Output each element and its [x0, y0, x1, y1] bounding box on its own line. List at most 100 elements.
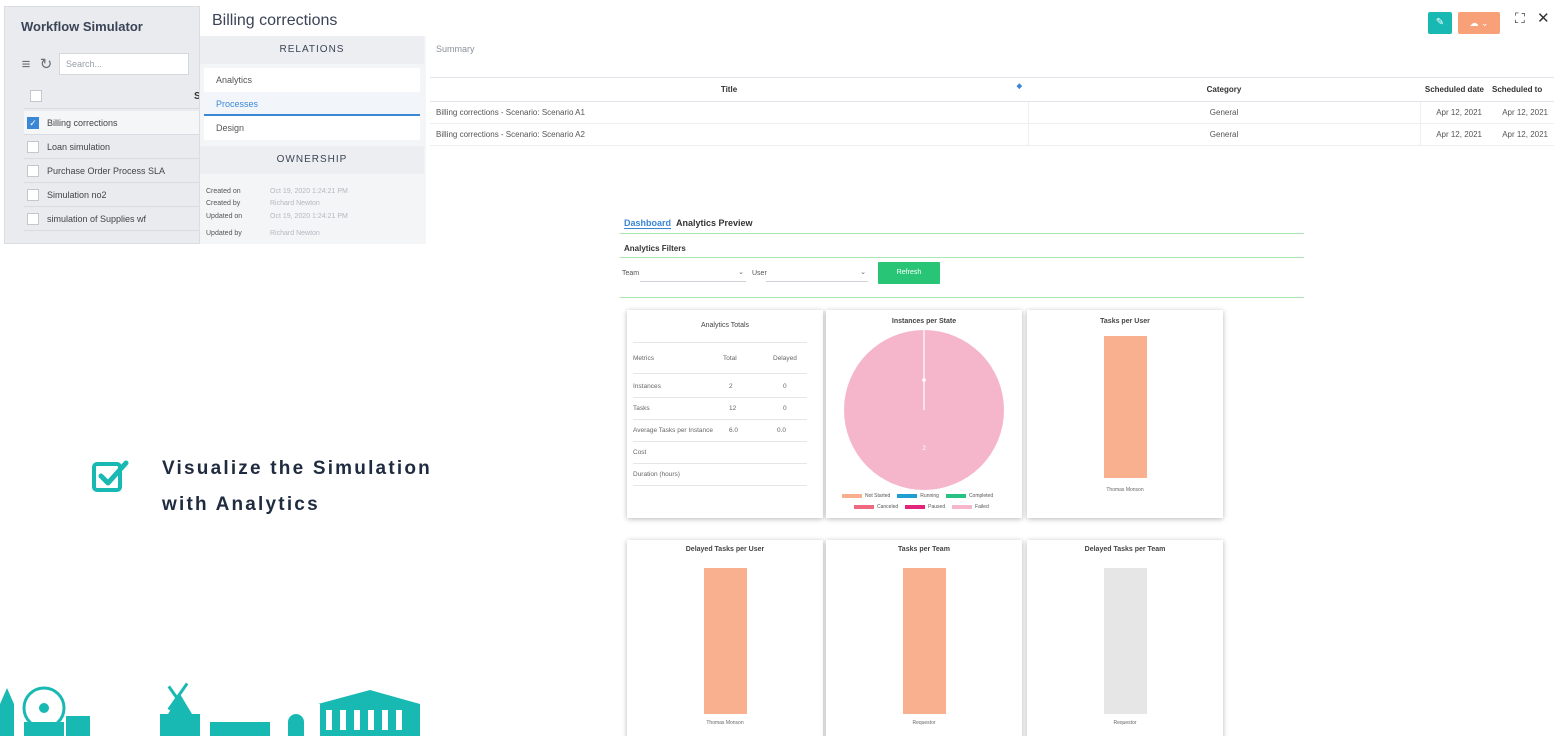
divider	[620, 297, 1304, 298]
legend-swatch	[952, 505, 973, 509]
fullscreen-icon[interactable]: ⛶	[1515, 10, 1525, 27]
instances-per-state-card: Instances per State 2 Not Started Runnin…	[826, 310, 1022, 518]
metric-name: Tasks	[633, 405, 650, 412]
chevron-down-icon: ⌄	[738, 269, 744, 276]
headline-line2: with Analytics	[162, 494, 320, 515]
table-row: Average Tasks per Instance 6.0 0.0	[633, 420, 807, 442]
ownership-value: Richard Newton	[270, 230, 320, 237]
column-header-label: Title	[720, 85, 738, 94]
legend-label: Completed	[968, 493, 994, 499]
close-icon[interactable]: ✕	[1537, 9, 1550, 27]
legend-swatch	[854, 505, 874, 509]
cell-category: General	[1028, 101, 1421, 124]
metric-total: 6.0	[729, 427, 739, 434]
item-checkbox[interactable]	[27, 188, 39, 201]
item-label: Loan simulation	[47, 141, 111, 152]
search-input[interactable]: Search...	[59, 53, 189, 75]
divider	[620, 233, 1304, 234]
legend-label: Running	[920, 493, 939, 499]
list-item[interactable]: Simulation no2	[24, 183, 199, 207]
metric-delayed: 0.0	[777, 427, 787, 434]
col-metrics: Metrics	[633, 355, 654, 362]
bar-label: Thomas Monson	[706, 720, 744, 726]
summary-label[interactable]: Summary	[436, 44, 475, 54]
workflow-list: ✓ Billing corrections Loan simulation Pu…	[24, 111, 199, 231]
menu-icon[interactable]: ≡	[19, 56, 33, 73]
list-item[interactable]: ✓ Billing corrections	[24, 111, 199, 135]
cell-title: Billing corrections - Scenario: Scenario…	[430, 101, 1029, 124]
list-item[interactable]: simulation of Supplies wf	[24, 207, 199, 231]
ownership-key: Created on	[206, 188, 241, 195]
pie-marker	[922, 378, 926, 382]
bar-label: Requestor	[1113, 720, 1137, 726]
column-header-scheduled-date[interactable]: Scheduled date	[1420, 77, 1488, 102]
cell-scheduled-to: Apr 12, 2021	[1488, 101, 1554, 124]
ownership-row: Updated by Richard Newton	[206, 230, 320, 237]
legend-label: Paused	[928, 504, 946, 510]
metric-delayed: 0	[783, 405, 787, 412]
item-checkbox[interactable]	[27, 164, 39, 177]
delayed-tasks-per-user-card: Delayed Tasks per User Thomas Monson	[627, 540, 823, 736]
pie-chart: 2	[844, 330, 1004, 490]
list-item[interactable]: Purchase Order Process SLA	[24, 159, 199, 183]
cloud-icon: ☁ ⌄	[1469, 18, 1489, 28]
legend-swatch	[905, 505, 926, 509]
totals-header-row: Metrics Total Delayed	[633, 342, 807, 374]
bar	[903, 568, 946, 714]
card-title: Tasks per User	[1100, 318, 1150, 325]
team-label: Team	[622, 270, 640, 277]
column-header-title[interactable]: Title ◆	[430, 77, 1028, 102]
table-row: Tasks 12 0	[633, 398, 807, 420]
checkbox-check-icon	[92, 460, 129, 492]
item-checkbox[interactable]	[27, 212, 39, 225]
table-row[interactable]: Billing corrections - Scenario: Scenario…	[430, 123, 1554, 146]
item-label: Simulation no2	[47, 189, 107, 200]
tab-analytics-preview[interactable]: Analytics Preview	[676, 218, 753, 228]
item-label: Purchase Order Process SLA	[47, 165, 166, 176]
sort-icon[interactable]: ◆	[1017, 82, 1022, 90]
legend-swatch	[897, 494, 918, 498]
workflow-list-panel: Workflow Simulator ≡ ↻ Search... S ✓ Bil…	[4, 6, 200, 244]
relation-design[interactable]: Design	[204, 116, 420, 140]
table-row[interactable]: Billing corrections - Scenario: Scenario…	[430, 101, 1554, 124]
analytics-totals-card: Analytics Totals Metrics Total Delayed I…	[627, 310, 823, 518]
cloud-dropdown-button[interactable]: ☁ ⌄	[1458, 12, 1500, 34]
select-all-checkbox[interactable]	[30, 90, 42, 102]
metric-delayed: 0	[783, 383, 787, 390]
cell-scheduled-date: Apr 12, 2021	[1420, 123, 1488, 146]
table-row: Duration (hours)	[633, 464, 807, 486]
item-checkbox[interactable]: ✓	[27, 116, 39, 129]
metric-name: Cost	[633, 449, 647, 456]
user-select[interactable]: ⌄	[766, 264, 868, 282]
tasks-per-team-card: Tasks per Team Requestor	[826, 540, 1022, 736]
panel-toolbar: ≡ ↻ Search...	[19, 53, 189, 75]
table-row: Cost	[633, 442, 807, 464]
column-header-scheduled-to[interactable]: Scheduled to	[1488, 77, 1554, 102]
item-checkbox[interactable]	[27, 140, 39, 153]
relations-list: Analytics Processes Design	[204, 68, 420, 140]
item-label: Billing corrections	[47, 117, 118, 128]
bar	[1104, 336, 1147, 478]
item-label: simulation of Supplies wf	[47, 213, 147, 224]
column-header-category[interactable]: Category	[1028, 77, 1420, 102]
edit-button[interactable]: ✎	[1428, 12, 1452, 34]
divider	[620, 257, 1304, 258]
table-row: Instances 2 0	[633, 376, 807, 398]
relation-processes[interactable]: Processes	[204, 92, 420, 116]
relation-analytics[interactable]: Analytics	[204, 68, 420, 92]
refresh-icon[interactable]: ↻	[39, 55, 53, 73]
page-title: Billing corrections	[212, 12, 338, 29]
pencil-icon: ✎	[1435, 17, 1445, 28]
bar-label: Requestor	[912, 720, 936, 726]
refresh-button[interactable]: Refresh	[878, 262, 940, 284]
tab-dashboard[interactable]: Dashboard	[624, 218, 672, 229]
cell-category: General	[1028, 123, 1421, 146]
legend-label: Failed	[975, 504, 989, 510]
bar-label: Thomas Monson	[1106, 487, 1144, 493]
card-title: Delayed Tasks per User	[685, 546, 765, 553]
team-select[interactable]: ⌄	[640, 264, 746, 282]
list-item[interactable]: Loan simulation	[24, 135, 199, 159]
ownership-row: Created by Richard Newton	[206, 200, 320, 207]
legend-label: Not Started	[865, 493, 891, 499]
filters-title: Analytics Filters	[624, 244, 686, 253]
